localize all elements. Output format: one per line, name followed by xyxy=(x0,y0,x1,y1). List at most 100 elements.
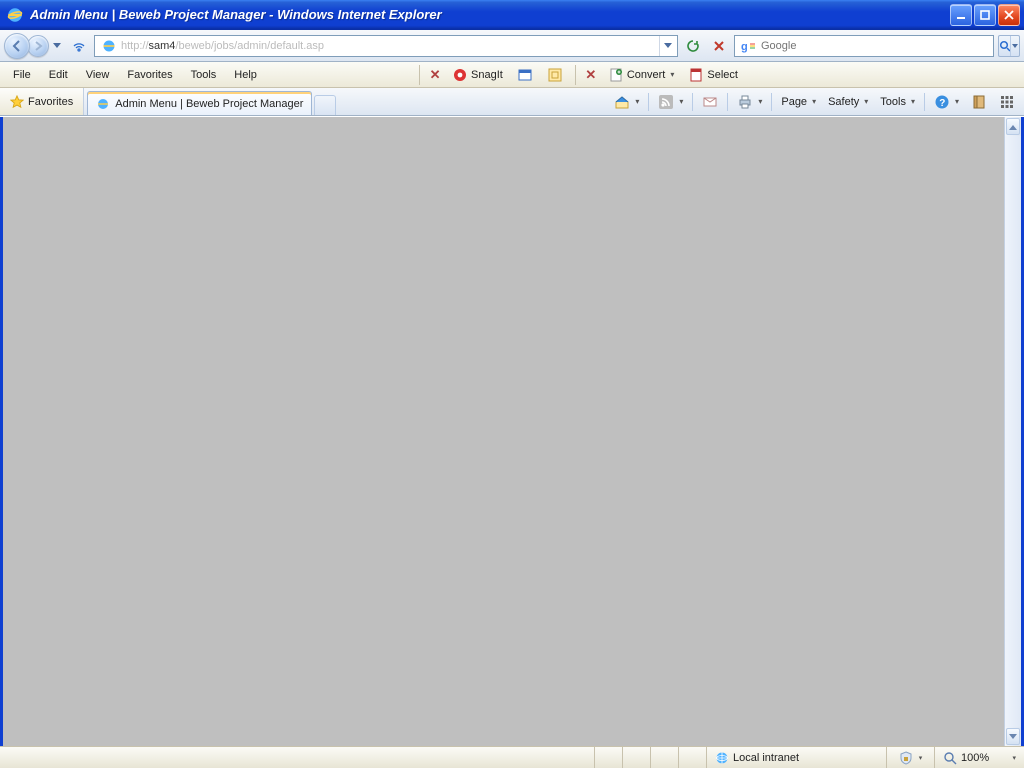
search-icon xyxy=(999,40,1010,52)
feeds-button[interactable]: ▾ xyxy=(653,91,688,113)
help-icon: ? xyxy=(934,94,950,110)
scrollbar-track[interactable] xyxy=(1005,136,1021,727)
snagit-icon xyxy=(452,67,468,83)
menu-tools[interactable]: Tools xyxy=(182,65,226,85)
menu-file[interactable]: File xyxy=(4,65,40,85)
pdf-select-button[interactable]: Select xyxy=(683,64,743,86)
maximize-button[interactable] xyxy=(974,4,996,26)
zoom-icon xyxy=(943,751,957,765)
zoom-pane[interactable]: 100% ▾ xyxy=(934,747,1024,768)
security-zone-label: Local intranet xyxy=(733,752,799,764)
chevron-down-icon xyxy=(53,43,61,49)
snagit-capture-button[interactable]: SnagIt xyxy=(447,64,508,86)
shield-lock-icon xyxy=(899,751,913,765)
security-zone-pane[interactable]: Local intranet xyxy=(706,747,886,768)
refresh-button[interactable] xyxy=(682,35,704,57)
print-button[interactable]: ▾ xyxy=(732,91,767,113)
stop-icon xyxy=(712,39,726,53)
status-pane-3 xyxy=(650,747,678,768)
toolbar-close-button[interactable]: ✕ xyxy=(583,67,599,83)
url-path: /beweb/jobs/admin/default.asp xyxy=(175,40,324,52)
search-input[interactable] xyxy=(761,40,991,52)
toolbar-separator xyxy=(648,93,649,111)
search-provider-dropdown[interactable] xyxy=(1010,36,1019,56)
close-button[interactable] xyxy=(998,4,1020,26)
search-box[interactable]: g xyxy=(734,35,994,57)
forward-button[interactable] xyxy=(27,35,49,57)
stop-button[interactable] xyxy=(708,35,730,57)
favorites-button[interactable]: Favorites xyxy=(0,88,84,115)
favorites-label: Favorites xyxy=(28,96,73,108)
home-icon xyxy=(614,94,630,110)
safety-menu[interactable]: Safety ▾ xyxy=(823,91,873,113)
protected-mode-pane[interactable]: ▾ xyxy=(886,747,934,768)
tools-menu[interactable]: Tools ▾ xyxy=(875,91,920,113)
chevron-down-icon xyxy=(1009,734,1017,740)
back-button[interactable] xyxy=(4,33,30,59)
toolbar-separator xyxy=(924,93,925,111)
chevron-down-icon: ▾ xyxy=(1012,754,1016,762)
google-icon: g xyxy=(741,38,757,54)
chevron-down-icon: ▾ xyxy=(679,97,683,106)
select-label: Select xyxy=(707,69,738,81)
snagit-window-button[interactable] xyxy=(512,64,538,86)
messenger-button[interactable] xyxy=(994,91,1020,113)
star-icon xyxy=(10,95,24,109)
rss-icon xyxy=(658,94,674,110)
vertical-scrollbar[interactable] xyxy=(1004,117,1021,746)
tab-title: Admin Menu | Beweb Project Manager xyxy=(115,98,303,110)
toolbar-close-button[interactable]: ✕ xyxy=(427,67,443,83)
page-viewport[interactable] xyxy=(3,117,1004,746)
network-indicator-icon xyxy=(72,39,86,53)
pdf-select-icon xyxy=(688,67,704,83)
tab-command-bar: Favorites Admin Menu | Beweb Project Man… xyxy=(0,88,1024,116)
snagit-region-button[interactable] xyxy=(542,64,568,86)
tools-label: Tools xyxy=(880,96,906,108)
ie-page-icon xyxy=(96,97,110,111)
window-capture-icon xyxy=(517,67,533,83)
minimize-button[interactable] xyxy=(950,4,972,26)
address-url: http://sam4/beweb/jobs/admin/default.asp xyxy=(121,40,659,52)
page-label: Page xyxy=(781,96,807,108)
tab-strip: Admin Menu | Beweb Project Manager xyxy=(84,88,605,115)
read-mail-button[interactable] xyxy=(697,91,723,113)
snagit-toolbar: ✕ SnagIt xyxy=(421,62,574,87)
window-title: Admin Menu | Beweb Project Manager - Win… xyxy=(30,7,950,22)
address-bar[interactable]: http://sam4/beweb/jobs/admin/default.asp xyxy=(94,35,678,57)
arrow-right-icon xyxy=(32,40,44,52)
svg-text:?: ? xyxy=(939,98,945,109)
intranet-icon xyxy=(715,751,729,765)
chevron-down-icon xyxy=(1012,44,1018,48)
research-button[interactable] xyxy=(966,91,992,113)
chevron-down-icon: ▾ xyxy=(812,97,816,106)
arrow-left-icon xyxy=(10,39,24,53)
new-tab-button[interactable] xyxy=(314,95,336,115)
toolbar-separator xyxy=(419,65,420,85)
help-button[interactable]: ? ▾ xyxy=(929,91,964,113)
menu-favorites[interactable]: Favorites xyxy=(118,65,181,85)
chevron-down-icon: ▾ xyxy=(911,97,915,106)
home-button[interactable]: ▾ xyxy=(609,91,644,113)
svg-text:g: g xyxy=(741,41,748,53)
search-go-button[interactable] xyxy=(998,35,1020,57)
grid-icon xyxy=(999,94,1015,110)
chevron-down-icon: ▾ xyxy=(864,97,868,106)
content-frame xyxy=(0,116,1024,746)
research-icon xyxy=(971,94,987,110)
chevron-down-icon: ▾ xyxy=(758,97,762,106)
menu-view[interactable]: View xyxy=(77,65,119,85)
status-pane-4 xyxy=(678,747,706,768)
url-scheme: http:// xyxy=(121,40,149,52)
scroll-up-button[interactable] xyxy=(1006,118,1020,135)
scroll-down-button[interactable] xyxy=(1006,728,1020,745)
address-history-dropdown[interactable] xyxy=(659,36,675,56)
recent-pages-dropdown[interactable] xyxy=(50,36,64,56)
safety-label: Safety xyxy=(828,96,859,108)
pdf-convert-button[interactable]: Convert ▾ xyxy=(603,64,680,86)
menu-help[interactable]: Help xyxy=(225,65,266,85)
page-menu[interactable]: Page ▾ xyxy=(776,91,821,113)
status-bar: Local intranet ▾ 100% ▾ xyxy=(0,746,1024,768)
menu-edit[interactable]: Edit xyxy=(40,65,77,85)
browser-tab-active[interactable]: Admin Menu | Beweb Project Manager xyxy=(87,91,312,115)
zoom-value: 100% xyxy=(961,752,989,764)
